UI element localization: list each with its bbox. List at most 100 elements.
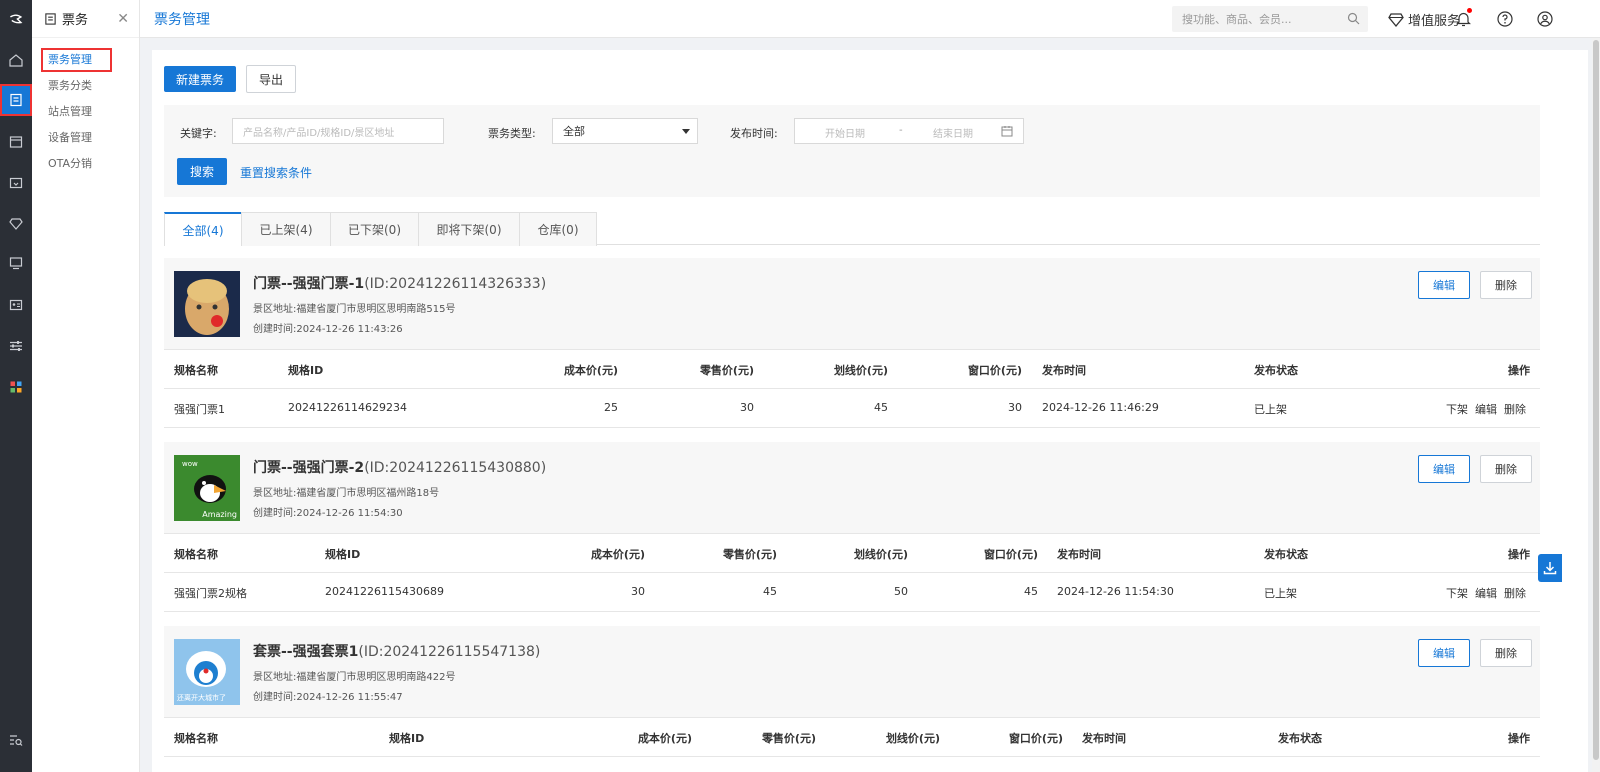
sidebar-item-device-management[interactable]: 设备管理 xyxy=(32,126,139,152)
search-button[interactable]: 搜索 xyxy=(177,158,227,185)
ticket-icon[interactable] xyxy=(0,84,32,116)
product-title[interactable]: 门票--强强门票-2(ID:20241226115430880) xyxy=(253,457,546,477)
sku-table: 规格名称 规格ID 成本价(元) 零售价(元) 划线价(元) 窗口价(元) 发布… xyxy=(164,534,1540,612)
status-tabs: 全部(4) 已上架(4) 已下架(0) 即将下架(0) 仓库(0) xyxy=(164,212,1540,246)
sidebar-item-ticket-management[interactable]: 票务管理 xyxy=(32,48,139,74)
off-shelf-link[interactable]: 下架 xyxy=(1446,401,1468,417)
column-header: 成本价(元) xyxy=(563,364,618,377)
scenic-address: 景区地址:福建省厦门市思明区福州路18号 xyxy=(253,488,440,499)
keyword-input[interactable]: 产品名称/产品ID/规格ID/景区地址 xyxy=(232,118,444,144)
page-title: 票务管理 xyxy=(154,11,210,28)
tab-off-shelf[interactable]: 已下架(0) xyxy=(330,212,419,246)
reset-search-link[interactable]: 重置搜索条件 xyxy=(240,164,312,181)
product-thumbnail[interactable]: 还离开大城市了 xyxy=(174,639,240,705)
product-header: wow Amazing 门票--强强门票-2(ID:20241226115430… xyxy=(164,442,1540,534)
calendar-icon[interactable] xyxy=(1001,125,1013,140)
table-row: 强强门票1 20241226114629234 25 30 45 30 2024… xyxy=(164,389,1540,428)
column-header: 窗口价(元) xyxy=(967,364,1022,377)
column-header: 操作 xyxy=(1508,364,1530,377)
product-title[interactable]: 套票--强强套票1(ID:20241226115547138) xyxy=(253,641,540,661)
main-panel: 新建票务 导出 关键字: 产品名称/产品ID/规格ID/景区地址 票务类型: 全… xyxy=(152,50,1588,772)
sku-table: 规格名称 规格ID 成本价(元) 零售价(元) 划线价(元) 窗口价(元) 发布… xyxy=(164,718,1540,757)
ticket-type-select[interactable]: 全部 xyxy=(552,118,698,144)
new-ticket-button[interactable]: 新建票务 xyxy=(164,66,236,92)
off-shelf-link[interactable]: 下架 xyxy=(1446,585,1468,601)
tab-expiring[interactable]: 即将下架(0) xyxy=(418,212,520,246)
icon-rail xyxy=(0,0,32,772)
column-header: 窗口价(元) xyxy=(1008,732,1063,745)
tab-on-shelf[interactable]: 已上架(4) xyxy=(241,212,331,246)
column-header: 划线价(元) xyxy=(885,732,940,745)
product-thumbnail[interactable] xyxy=(174,271,240,337)
tab-all[interactable]: 全部(4) xyxy=(164,212,242,246)
tab-warehouse[interactable]: 仓库(0) xyxy=(519,212,597,246)
window-price: 45 xyxy=(1024,585,1038,598)
app-logo[interactable] xyxy=(0,0,32,38)
edit-sku-link[interactable]: 编辑 xyxy=(1475,585,1497,601)
export-button[interactable]: 导出 xyxy=(246,65,296,93)
table-row: 强强门票2规格 20241226115430689 30 45 50 45 20… xyxy=(164,573,1540,612)
card-icon[interactable] xyxy=(0,167,32,199)
column-header: 成本价(元) xyxy=(637,732,692,745)
help-icon[interactable] xyxy=(1496,10,1514,28)
sidebar: 票务 ✕ 票务管理 票务分类 站点管理 设备管理 OTA分销 xyxy=(32,0,140,772)
cost-price: 30 xyxy=(631,585,645,598)
product-title[interactable]: 门票--强强门票-1(ID:20241226114326333) xyxy=(253,273,546,293)
apps-icon[interactable] xyxy=(0,371,32,403)
sidebar-title: 票务 xyxy=(62,13,89,28)
edit-product-button[interactable]: 编辑 xyxy=(1418,639,1470,667)
shop-icon[interactable] xyxy=(0,126,32,158)
monitor-icon[interactable] xyxy=(0,247,32,279)
column-header: 规格名称 xyxy=(174,732,218,745)
edit-product-button[interactable]: 编辑 xyxy=(1418,455,1470,483)
column-header: 零售价(元) xyxy=(722,548,777,561)
close-icon[interactable]: ✕ xyxy=(117,11,129,27)
sliders-icon[interactable] xyxy=(0,330,32,362)
scrollbar[interactable] xyxy=(1592,38,1600,772)
delete-product-button[interactable]: 删除 xyxy=(1480,455,1532,483)
column-header: 发布时间 xyxy=(1082,732,1126,745)
sidebar-menu: 票务管理 票务分类 站点管理 设备管理 OTA分销 xyxy=(32,38,139,178)
delete-product-button[interactable]: 删除 xyxy=(1480,271,1532,299)
sidebar-item-site-management[interactable]: 站点管理 xyxy=(32,100,139,126)
column-header: 操作 xyxy=(1508,548,1530,561)
window-price: 30 xyxy=(1008,401,1022,414)
column-header: 规格名称 xyxy=(174,364,218,377)
date-separator: - xyxy=(899,125,903,136)
publish-time: 2024-12-26 11:46:29 xyxy=(1042,401,1159,414)
column-header: 规格ID xyxy=(325,548,361,561)
thumbnail-caption: Amazing xyxy=(202,510,237,519)
end-date-input[interactable]: 结束日期 xyxy=(933,125,973,140)
delete-product-button[interactable]: 删除 xyxy=(1480,639,1532,667)
publish-status: 已上架 xyxy=(1254,403,1287,416)
start-date-input[interactable]: 开始日期 xyxy=(825,125,865,140)
edit-sku-link[interactable]: 编辑 xyxy=(1475,401,1497,417)
sidebar-item-ota[interactable]: OTA分销 xyxy=(32,152,139,178)
sku-name: 强强门票1 xyxy=(174,403,225,416)
keyword-label: 关键字: xyxy=(180,127,217,140)
id-card-icon[interactable] xyxy=(0,289,32,321)
sidebar-item-ticket-category[interactable]: 票务分类 xyxy=(32,74,139,100)
home-icon[interactable] xyxy=(0,44,32,76)
value-added-services-button[interactable]: 增值服务 xyxy=(1388,10,1460,29)
delete-sku-link[interactable]: 删除 xyxy=(1504,401,1526,417)
thumbnail-caption: wow xyxy=(182,460,198,468)
bell-icon[interactable] xyxy=(1454,8,1472,28)
product-header: 门票--强强门票-1(ID:20241226114326333) 景区地址:福建… xyxy=(164,258,1540,350)
date-range-picker[interactable]: 开始日期 - 结束日期 xyxy=(794,118,1024,144)
search-icon[interactable] xyxy=(1347,12,1360,28)
column-header: 规格名称 xyxy=(174,548,218,561)
product-thumbnail[interactable]: wow Amazing xyxy=(174,455,240,521)
column-header: 发布时间 xyxy=(1057,548,1101,561)
global-search-input[interactable]: 搜功能、商品、会员... xyxy=(1172,6,1368,32)
sku-id: 20241226115430689 xyxy=(325,585,444,598)
retail-price: 45 xyxy=(763,585,777,598)
delete-sku-link[interactable]: 删除 xyxy=(1504,585,1526,601)
download-icon[interactable] xyxy=(1538,554,1562,582)
diamond-icon[interactable] xyxy=(0,208,32,240)
edit-product-button[interactable]: 编辑 xyxy=(1418,271,1470,299)
scrollbar-thumb[interactable] xyxy=(1593,40,1599,760)
table-header: 规格名称 规格ID 成本价(元) 零售价(元) 划线价(元) 窗口价(元) 发布… xyxy=(164,534,1540,573)
search-list-icon[interactable] xyxy=(0,724,32,756)
user-icon[interactable] xyxy=(1536,10,1554,28)
